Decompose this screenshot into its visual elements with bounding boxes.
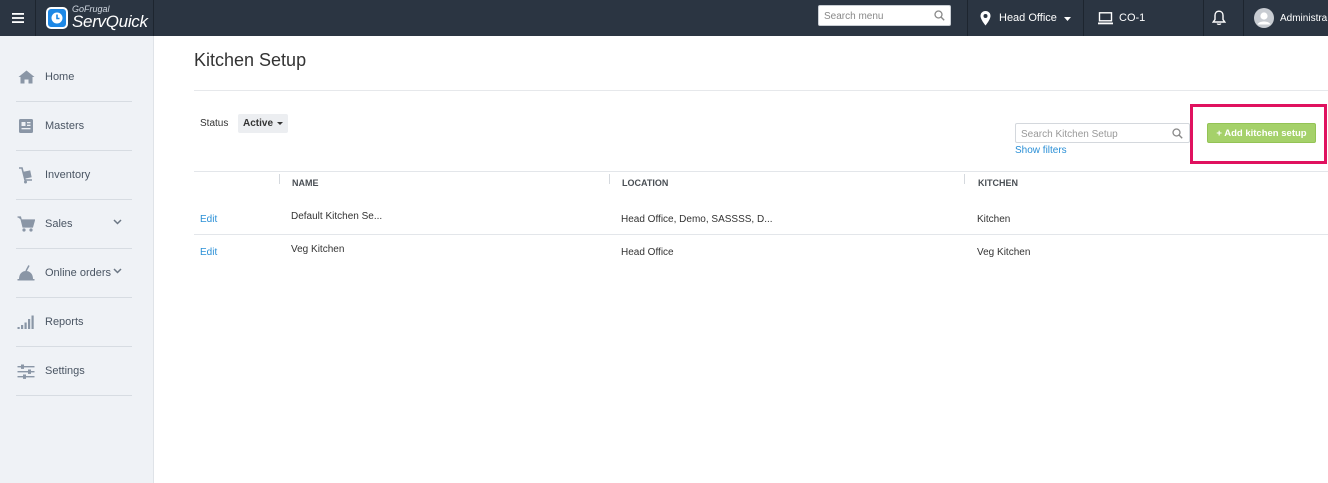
table-row: Edit Default Kitchen Se... Head Office, … [194, 201, 1328, 235]
search-menu-field[interactable] [818, 5, 951, 26]
edit-link[interactable]: Edit [200, 214, 217, 225]
add-kitchen-setup-button[interactable]: + Add kitchen setup [1207, 123, 1316, 143]
kitchen-search-field[interactable] [1015, 123, 1190, 144]
sidebar-item-settings[interactable]: Settings [16, 347, 132, 396]
location-selector[interactable]: Head Office [980, 0, 1071, 36]
status-filter-dropdown[interactable]: Active [238, 114, 289, 133]
map-pin-icon [980, 10, 991, 25]
avatar-icon [1254, 8, 1274, 28]
page-title: Kitchen Setup [194, 50, 307, 70]
sidebar-item-label: Inventory [45, 169, 91, 181]
sidebar-item-label: Sales [45, 218, 73, 230]
online-orders-icon [16, 263, 36, 283]
reports-icon [16, 312, 36, 332]
column-separator [279, 174, 280, 184]
sidebar-item-sales[interactable]: Sales [16, 200, 132, 249]
hamburger-icon [11, 13, 24, 23]
user-menu[interactable]: Administra [1254, 0, 1327, 36]
sidebar-item-inventory[interactable]: Inventory [16, 151, 132, 200]
location-label: Head Office [999, 12, 1057, 24]
caret-down-icon [1063, 17, 1071, 21]
status-filter-value: Active [243, 118, 274, 129]
bell-icon [1212, 10, 1226, 25]
notifications-button[interactable] [1212, 0, 1226, 36]
column-header-name[interactable]: NAME [292, 178, 319, 188]
home-icon [16, 67, 36, 87]
column-separator [609, 174, 610, 184]
logo-badge-icon [46, 7, 68, 29]
column-header-kitchen[interactable]: KITCHEN [978, 178, 1018, 188]
counter-label: CO-1 [1119, 12, 1146, 24]
cell-kitchen: Veg Kitchen [977, 247, 1031, 258]
chevron-down-icon [113, 219, 122, 225]
kitchen-setup-table: NAME LOCATION KITCHEN Edit Default Kitch… [194, 171, 1328, 269]
status-filter-label: Status [200, 118, 229, 129]
logo-brand-main: ServQuick [72, 12, 148, 31]
masters-icon [16, 116, 36, 136]
settings-icon [16, 361, 36, 381]
sidebar-item-label: Reports [45, 316, 84, 328]
computer-icon [1098, 11, 1113, 24]
cell-kitchen: Kitchen [977, 214, 1011, 225]
sidebar-item-masters[interactable]: Masters [16, 102, 132, 151]
app-logo[interactable]: GoFrugal ServQuick [46, 3, 148, 33]
cart-icon [16, 214, 36, 234]
top-bar: GoFrugal ServQuick Head Office CO-1 [0, 0, 1328, 36]
sidebar-item-online-orders[interactable]: Online orders [16, 249, 132, 298]
caret-down-icon [277, 122, 284, 125]
sidebar-item-label: Masters [45, 120, 85, 132]
sidebar: Home Masters Inventory Sales Online orde… [0, 36, 154, 483]
search-icon [934, 10, 945, 21]
kitchen-search-input[interactable] [1016, 125, 1166, 144]
title-divider [194, 90, 1328, 91]
hamburger-menu-button[interactable] [0, 0, 36, 36]
sidebar-item-home[interactable]: Home [16, 53, 132, 102]
sidebar-item-label: Online orders [45, 267, 112, 279]
table-row: Edit Veg Kitchen Head Office Veg Kitchen [194, 235, 1328, 269]
inventory-icon [16, 165, 36, 185]
cell-name: Veg Kitchen [291, 244, 345, 255]
user-name: Administra [1280, 12, 1328, 24]
sidebar-item-reports[interactable]: Reports [16, 298, 132, 347]
cell-location: Head Office [621, 247, 674, 258]
column-header-location[interactable]: LOCATION [622, 178, 668, 188]
chevron-down-icon [113, 268, 122, 274]
sidebar-item-label: Settings [45, 365, 85, 377]
search-icon [1172, 128, 1183, 139]
cell-name: Default Kitchen Se... [291, 211, 383, 222]
search-menu-input[interactable] [819, 7, 929, 26]
cell-location: Head Office, Demo, SASSSS, D... [621, 214, 773, 225]
show-filters-link[interactable]: Show filters [1015, 145, 1067, 156]
counter-selector[interactable]: CO-1 [1098, 0, 1145, 36]
column-separator [964, 174, 965, 184]
sidebar-item-label: Home [45, 71, 75, 83]
table-header-row: NAME LOCATION KITCHEN [194, 171, 1328, 201]
edit-link[interactable]: Edit [200, 247, 217, 258]
